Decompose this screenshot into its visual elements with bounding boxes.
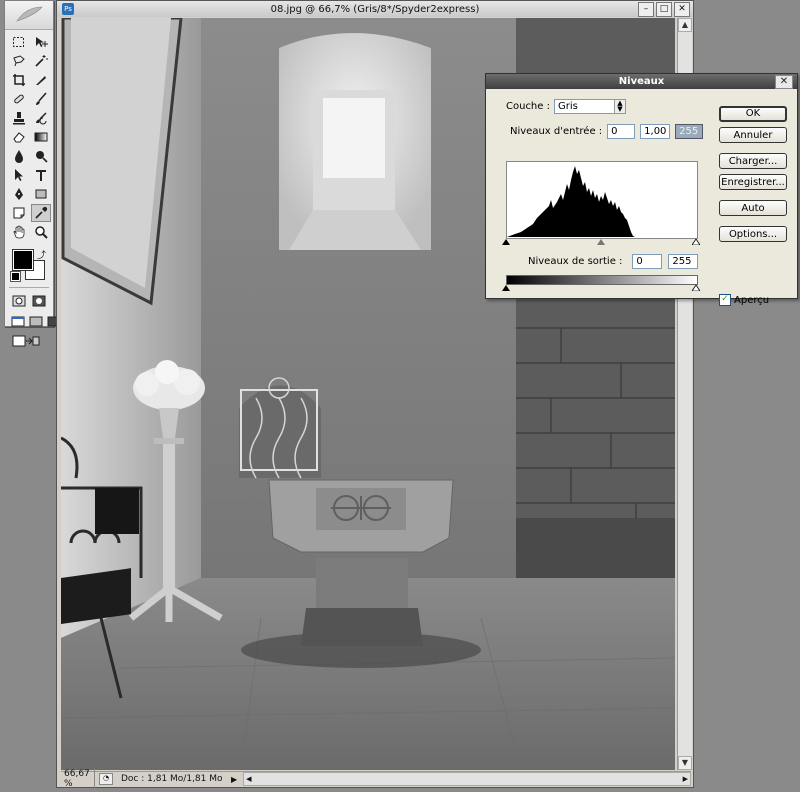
output-black-handle[interactable] [502, 285, 510, 291]
maximize-button[interactable]: □ [656, 2, 672, 17]
levels-dialog: Niveaux ✕ Couche : Gris ▲ ▼ Niveaux d'ent… [485, 73, 798, 306]
cancel-button[interactable]: Annuler [719, 127, 787, 143]
dialog-title-bar[interactable]: Niveaux ✕ [486, 74, 797, 89]
dodge-tool-icon[interactable] [31, 147, 51, 165]
pen-tool-icon[interactable] [9, 185, 29, 203]
channel-row: Couche : Gris ▲ ▼ [506, 99, 626, 114]
scroll-left-arrow-icon[interactable]: ◀ [246, 775, 251, 783]
zoom-tool-icon[interactable] [31, 223, 51, 241]
scroll-up-arrow-icon[interactable]: ▲ [678, 18, 692, 32]
notes-tool-icon[interactable] [9, 204, 29, 222]
jump-to-row [5, 331, 53, 351]
input-white-handle[interactable] [692, 239, 700, 245]
brush-tool-icon[interactable] [31, 90, 51, 108]
history-brush-tool-icon[interactable] [31, 109, 51, 127]
standard-screen-mode-icon[interactable] [11, 314, 25, 328]
scroll-right-arrow-icon[interactable]: ▶ [683, 775, 688, 783]
blur-tool-icon[interactable] [9, 147, 29, 165]
eyedropper-tool-icon[interactable] [31, 204, 51, 222]
full-screen-menu-mode-icon[interactable] [29, 314, 43, 328]
path-selection-tool-icon[interactable] [9, 166, 29, 184]
options-button[interactable]: Options... [719, 226, 787, 242]
color-swatches: ⤴ [10, 248, 53, 284]
histogram [506, 161, 698, 239]
quick-mask-mode-icon[interactable] [31, 294, 47, 308]
channel-label: Couche : [506, 101, 550, 112]
output-gradient-bar [506, 275, 698, 285]
foreground-color-swatch[interactable] [12, 249, 34, 271]
save-button[interactable]: Enregistrer... [719, 174, 787, 190]
swap-colors-icon[interactable]: ⤴ [37, 248, 46, 261]
close-button[interactable]: ✕ [674, 2, 690, 17]
output-levels-label: Niveaux de sortie : [528, 256, 623, 267]
healing-brush-tool-icon[interactable] [9, 90, 29, 108]
dialog-close-button[interactable]: ✕ [775, 75, 793, 89]
toolbox-header[interactable] [5, 1, 53, 30]
tool-grid [5, 30, 53, 244]
window-controls: – □ ✕ [638, 2, 690, 17]
toolbox-panel: ⤴ [4, 0, 61, 347]
screen-mode-row [5, 311, 61, 331]
clone-stamp-tool-icon[interactable] [9, 109, 29, 127]
updown-arrows-icon: ▲ ▼ [613, 100, 625, 113]
crop-tool-icon[interactable] [9, 71, 29, 89]
dialog-title: Niveaux [618, 76, 665, 87]
channel-select[interactable]: Gris ▲ ▼ [553, 99, 626, 114]
output-white-handle[interactable] [692, 285, 700, 291]
lasso-tool-icon[interactable] [9, 52, 29, 70]
document-title-bar[interactable]: Ps 08.jpg @ 66,7% (Gris/8*/Spyder2expres… [57, 1, 693, 17]
histogram-graph [507, 166, 635, 237]
toolbox-divider [9, 287, 49, 288]
scroll-down-arrow-icon[interactable]: ▼ [678, 756, 692, 770]
minimize-button[interactable]: – [638, 2, 654, 17]
marquee-tool-icon[interactable] [9, 33, 29, 51]
eraser-tool-icon[interactable] [9, 128, 29, 146]
shape-tool-icon[interactable] [31, 185, 51, 203]
document-title: 08.jpg @ 66,7% (Gris/8*/Spyder2express) [270, 3, 480, 15]
auto-button[interactable]: Auto [719, 200, 787, 216]
ok-button[interactable]: OK [719, 106, 787, 122]
status-bar: 66,67 % ◔ Doc : 1,81 Mo/1,81 Mo ▶ ◀ ▶ [61, 769, 691, 789]
move-tool-icon[interactable] [31, 33, 51, 51]
input-black-field[interactable]: 0 [607, 124, 636, 139]
output-white-field[interactable]: 255 [668, 254, 699, 269]
standard-mode-icon[interactable] [11, 294, 27, 308]
default-colors-icon[interactable] [10, 271, 21, 282]
jump-to-imageready-icon[interactable] [11, 334, 41, 348]
document-size-info: Doc : 1,81 Mo/1,81 Mo [121, 774, 223, 784]
status-info-icon[interactable]: ◔ [99, 773, 113, 785]
feather-icon [16, 6, 43, 22]
hand-tool-icon[interactable] [9, 223, 29, 241]
preview-label: Aperçu [734, 294, 770, 306]
preview-checkbox[interactable]: ✓ [719, 294, 731, 306]
preview-checkbox-row[interactable]: ✓ Aperçu [719, 294, 769, 306]
mask-mode-row [5, 291, 53, 311]
input-gamma-field[interactable]: 1,00 [640, 124, 671, 139]
horizontal-scrollbar[interactable]: ◀ ▶ [243, 772, 691, 786]
gradient-tool-icon[interactable] [31, 128, 51, 146]
photoshop-doc-icon: Ps [62, 3, 74, 15]
magic-wand-tool-icon[interactable] [31, 52, 51, 70]
output-black-field[interactable]: 0 [632, 254, 663, 269]
output-level-slider[interactable] [502, 285, 700, 293]
status-menu-arrow-icon[interactable]: ▶ [231, 775, 237, 784]
input-gamma-handle[interactable] [597, 239, 605, 245]
input-level-slider[interactable] [502, 239, 700, 247]
input-levels-row: Niveaux d'entrée : 0 1,00 255 [510, 124, 704, 139]
input-white-field[interactable]: 255 [675, 124, 704, 139]
output-levels-row: Niveaux de sortie : 0 255 [528, 254, 699, 269]
slice-tool-icon[interactable] [31, 71, 51, 89]
input-black-handle[interactable] [502, 239, 510, 245]
type-tool-icon[interactable] [31, 166, 51, 184]
input-levels-label: Niveaux d'entrée : [510, 126, 603, 137]
load-button[interactable]: Charger... [719, 153, 787, 169]
channel-select-value: Gris [557, 101, 578, 112]
zoom-level-field[interactable]: 66,67 % [61, 769, 95, 789]
